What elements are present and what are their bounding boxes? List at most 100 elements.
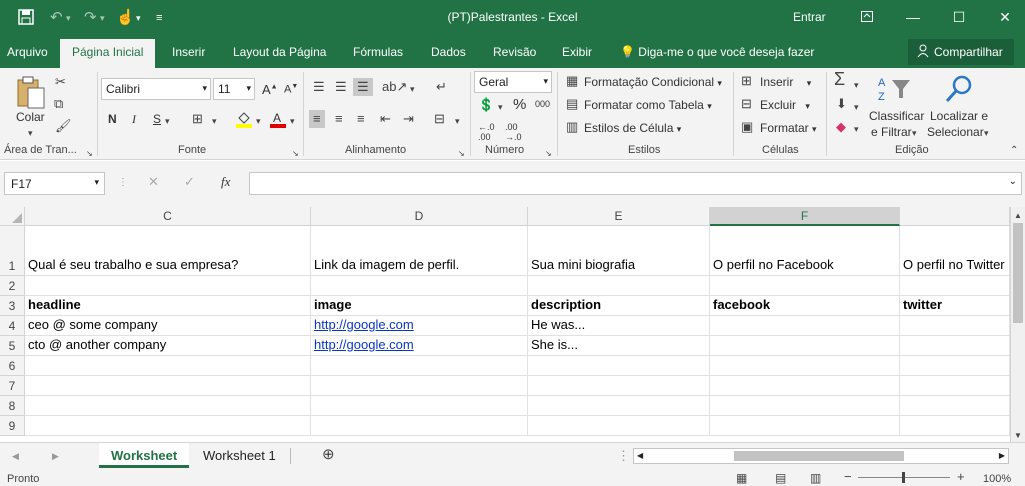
merge-center-icon[interactable]: ⊟ — [434, 112, 445, 126]
row-header[interactable]: 6 — [0, 356, 25, 376]
chevron-down-icon[interactable]: ▾ — [854, 100, 859, 114]
page-break-icon[interactable]: ▥ — [810, 471, 821, 485]
font-size-select[interactable]: 11 ▾ — [213, 78, 255, 100]
collapse-ribbon-icon[interactable]: ⌃ — [1010, 144, 1018, 158]
formula-input[interactable]: ⌄ — [249, 172, 1022, 195]
scroll-left-icon[interactable]: ◀ — [637, 451, 643, 460]
cell-g5[interactable] — [900, 336, 1010, 356]
cell-d3[interactable]: image — [311, 296, 528, 316]
cell-d6[interactable] — [311, 356, 528, 376]
close-button[interactable]: ✕ — [994, 6, 1016, 28]
sort-filter-label1[interactable]: Classificar — [869, 109, 924, 123]
font-color-icon[interactable]: A — [270, 110, 286, 131]
autosum-icon[interactable]: Σ — [834, 70, 845, 88]
cell-c4[interactable]: ceo @ some company — [25, 316, 311, 336]
currency-icon[interactable]: 💲 — [478, 98, 494, 112]
find-select-icon[interactable] — [944, 74, 974, 107]
cell-styles-icon[interactable]: ▥ — [566, 120, 578, 134]
cell-f8[interactable] — [710, 396, 900, 416]
scroll-down-icon[interactable]: ▼ — [1014, 429, 1022, 443]
insert-cells-icon[interactable]: ⊞ — [741, 74, 752, 88]
bold-button[interactable]: N — [108, 112, 117, 126]
increase-decimal-icon[interactable]: ←.0.00 — [478, 122, 495, 142]
cell-c8[interactable] — [25, 396, 311, 416]
tab-exibir[interactable]: Exibir — [562, 45, 592, 59]
align-middle-icon[interactable]: ☰ — [335, 80, 347, 94]
name-box[interactable]: F17 ▾ — [4, 172, 105, 195]
add-sheet-icon[interactable]: ⊕ — [322, 447, 335, 462]
paste-label[interactable]: Colar — [16, 110, 45, 124]
tab-formulas[interactable]: Fórmulas — [353, 45, 403, 59]
cell-c7[interactable] — [25, 376, 311, 396]
sheet-tab-worksheet-1[interactable]: Worksheet 1 — [191, 443, 288, 468]
sort-filter-icon[interactable]: AZ — [878, 74, 912, 107]
cell-e7[interactable] — [528, 376, 710, 396]
prev-sheet-icon[interactable]: ◀ — [12, 449, 19, 463]
chevron-down-icon[interactable]: ▾ — [912, 126, 917, 140]
cell-c3[interactable]: headline — [25, 296, 311, 316]
cell-d8[interactable] — [311, 396, 528, 416]
tell-me-box[interactable]: 💡 Diga-me o que você deseja fazer — [620, 45, 814, 59]
zoom-out-button[interactable]: − — [844, 470, 852, 484]
copy-icon[interactable]: ⧉ — [54, 97, 63, 111]
cell-f6[interactable] — [710, 356, 900, 376]
column-header-d[interactable]: D — [311, 207, 528, 226]
row-header[interactable]: 7 — [0, 376, 25, 396]
number-format-select[interactable]: Geral ▾ — [474, 71, 552, 93]
find-select-label2[interactable]: Selecionar — [927, 125, 984, 139]
increase-font-icon[interactable]: A▲ — [262, 82, 278, 97]
chevron-down-icon[interactable]: ▾ — [290, 114, 295, 128]
chevron-down-icon[interactable]: ▾ — [854, 78, 859, 92]
font-launcher-icon[interactable]: ↘ — [292, 147, 299, 161]
row-header[interactable]: 8 — [0, 396, 25, 416]
chevron-down-icon[interactable]: ▾ — [256, 114, 261, 128]
chevron-down-icon[interactable]: ▾ — [498, 100, 503, 114]
tab-revisao[interactable]: Revisão — [493, 45, 536, 59]
row-header[interactable]: 5 — [0, 336, 25, 356]
tab-layout[interactable]: Layout da Página — [233, 45, 326, 59]
cell-styles-button[interactable]: Estilos de Célula ▾ — [584, 121, 681, 135]
select-all-corner[interactable] — [0, 207, 25, 226]
cell-c5[interactable]: cto @ another company — [25, 336, 311, 356]
chevron-down-icon[interactable]: ▾ — [854, 122, 859, 136]
cell-f1[interactable]: O perfil no Facebook — [710, 226, 900, 276]
zoom-level[interactable]: 100% — [983, 473, 1011, 485]
format-cells-icon[interactable]: ▣ — [741, 120, 753, 134]
cell-g2[interactable] — [900, 276, 1010, 296]
align-right-icon[interactable]: ≡ — [357, 112, 365, 126]
align-left-icon[interactable]: ≡ — [309, 110, 325, 128]
row-header[interactable]: 9 — [0, 416, 25, 436]
increase-indent-icon[interactable]: ⇥ — [403, 112, 414, 126]
conditional-formatting-button[interactable]: Formatação Condicional ▾ — [584, 75, 722, 89]
chevron-down-icon[interactable]: ▾ — [165, 114, 170, 128]
cell-d9[interactable] — [311, 416, 528, 436]
cell-g6[interactable] — [900, 356, 1010, 376]
cell-c2[interactable] — [25, 276, 311, 296]
decrease-font-icon[interactable]: A▼ — [284, 83, 298, 96]
sheet-tab-worksheet[interactable]: Worksheet — [99, 443, 190, 468]
format-as-table-button[interactable]: Formatar como Tabela ▾ — [584, 98, 712, 112]
enter-icon[interactable]: ✓ — [184, 175, 195, 189]
chevron-down-icon[interactable]: ▾ — [984, 126, 989, 140]
cell-f5[interactable] — [710, 336, 900, 356]
row-header[interactable]: 1 — [0, 226, 25, 276]
row-header[interactable]: 4 — [0, 316, 25, 336]
scroll-thumb[interactable] — [1013, 223, 1023, 323]
cell-e5[interactable]: She is... — [528, 336, 710, 356]
alignment-launcher-icon[interactable]: ↘ — [458, 147, 465, 161]
insert-cells-button[interactable]: Inserir ▾ — [760, 75, 811, 89]
signin-button[interactable]: Entrar — [793, 10, 826, 24]
zoom-in-button[interactable]: + — [957, 470, 965, 484]
fill-color-icon[interactable] — [236, 110, 252, 131]
cancel-icon[interactable]: ✕ — [148, 175, 159, 189]
find-select-label1[interactable]: Localizar e — [930, 109, 988, 123]
cell-c6[interactable] — [25, 356, 311, 376]
cell-g8[interactable] — [900, 396, 1010, 416]
borders-icon[interactable]: ⊞ — [192, 112, 203, 126]
decrease-indent-icon[interactable]: ⇤ — [380, 112, 391, 126]
delete-cells-button[interactable]: Excluir ▾ — [760, 98, 810, 112]
align-bottom-icon[interactable]: ☰ — [353, 78, 373, 96]
scroll-up-icon[interactable]: ▲ — [1014, 209, 1022, 223]
cell-g9[interactable] — [900, 416, 1010, 436]
delete-cells-icon[interactable]: ⊟ — [741, 97, 752, 111]
